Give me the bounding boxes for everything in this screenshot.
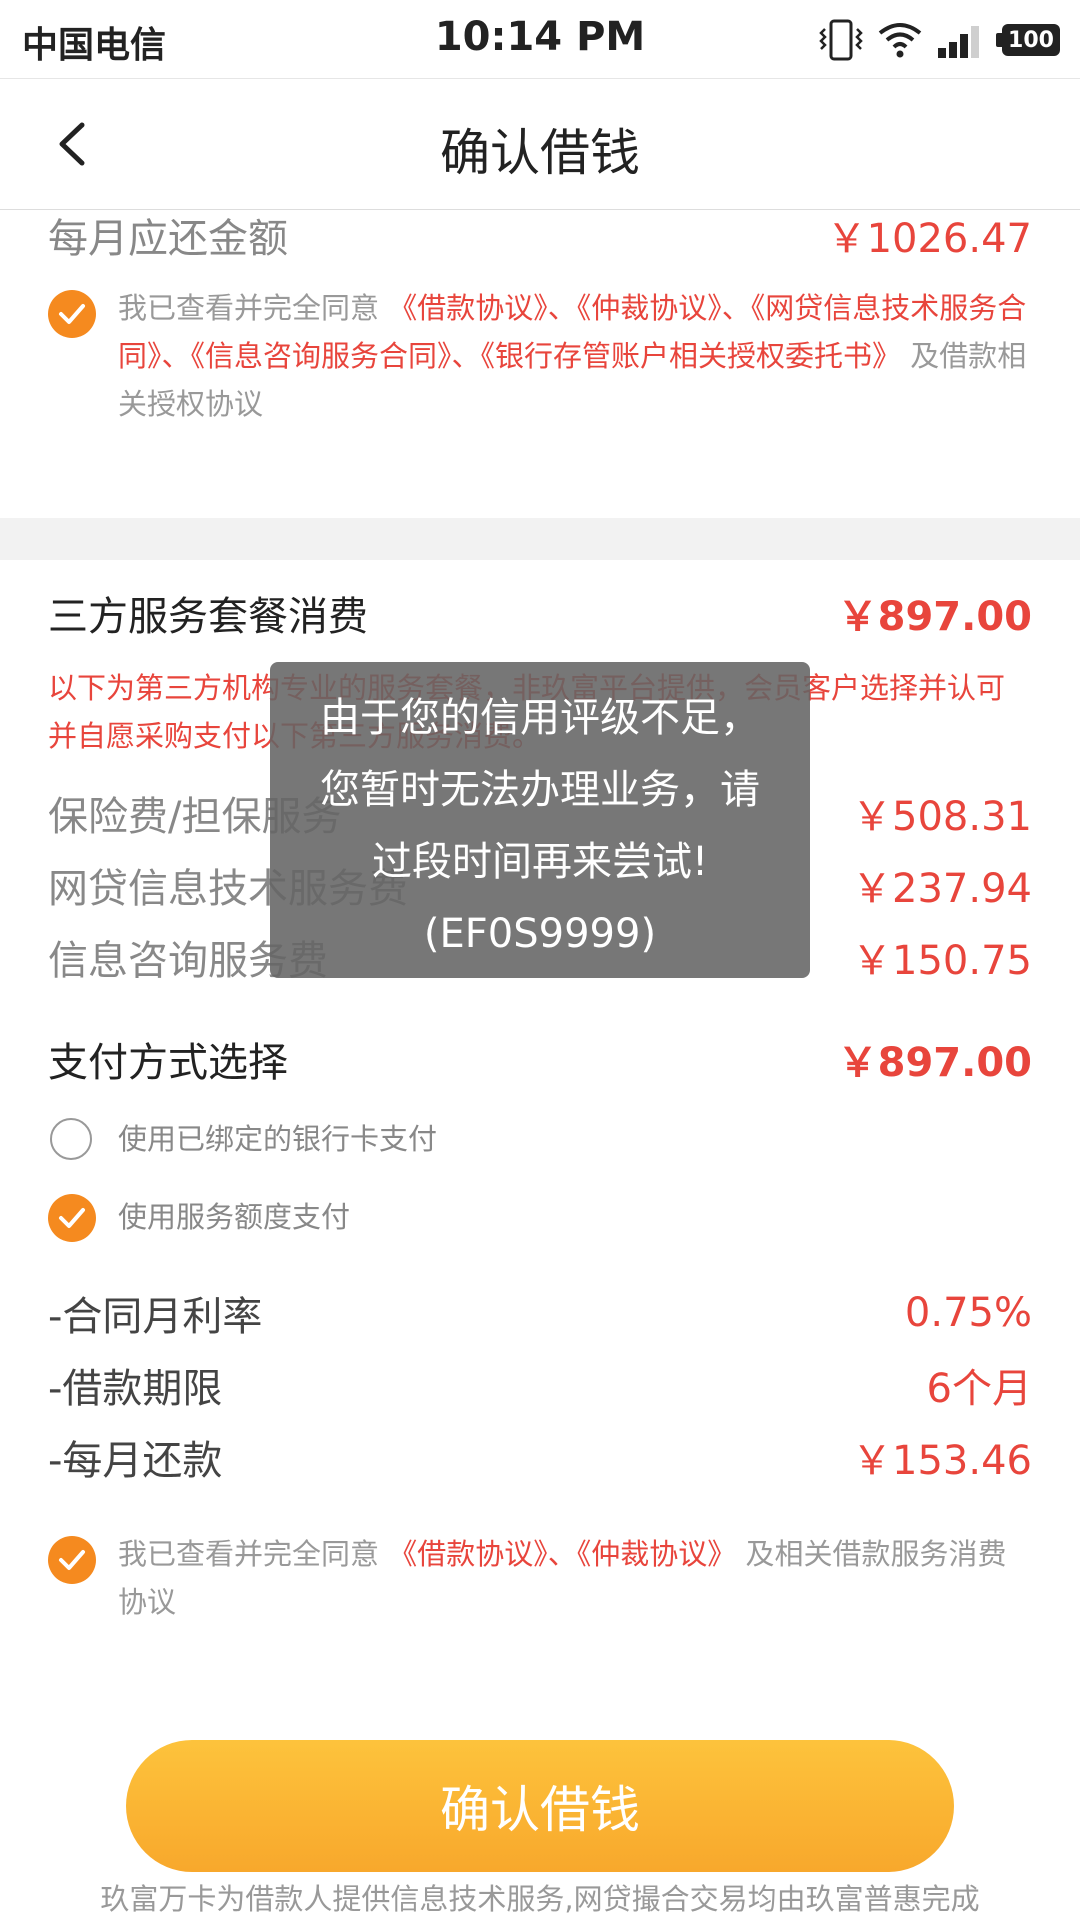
fee-value: ￥150.75 [852,938,1032,984]
third-party-title: 三方服务套餐消费 [48,594,368,640]
term-label: -合同月利率 [48,1294,263,1340]
monthly-payment-row: 每月应还金额 ￥1026.47 [48,206,1032,264]
service-quota-radio[interactable] [48,1194,96,1242]
wifi-icon [878,23,922,58]
fee-value: ￥508.31 [852,794,1032,840]
term-row: -每月还款 ￥153.46 [48,1428,1032,1486]
section-divider [0,518,1080,560]
agreement-text: 我已查看并完全同意 《借款协议》、《仲裁协议》、《网贷信息技术服务合同》、《信息… [118,284,1032,428]
third-party-header: 三方服务套餐消费 ￥897.00 [48,584,1032,642]
nav-bar: 确认借钱 [0,78,1080,210]
status-bar: 中国电信 10:14 PM 100 [0,0,1080,78]
status-icons: 100 [818,18,1060,62]
bank-card-radio[interactable] [50,1118,92,1160]
term-value: ￥153.46 [852,1438,1032,1484]
battery-icon: 100 [996,24,1060,56]
payment-total: ￥897.00 [837,1040,1032,1086]
agreement-checkbox[interactable] [48,290,96,338]
term-label: -每月还款 [48,1438,223,1484]
third-party-total: ￥897.00 [837,594,1032,640]
monthly-payment-value: ￥1026.47 [826,216,1032,262]
term-row: -合同月利率 0.75% [48,1284,1032,1342]
term-label: -借款期限 [48,1366,223,1412]
term-value: 0.75% [904,1290,1032,1336]
agreement-prefix: 我已查看并完全同意 [118,291,389,325]
loan-agreement-text: 我已查看并完全同意 《借款协议》、《仲裁协议》 及相关借款服务消费协议 [118,1530,1032,1626]
page-title: 确认借钱 [440,124,640,182]
checkmark-icon [59,1208,85,1228]
service-quota-option-label[interactable]: 使用服务额度支付 [118,1194,350,1236]
payment-header: 支付方式选择 ￥897.00 [48,1030,1032,1088]
error-toast: 由于您的信用评级不足，您暂时无法办理业务，请过段时间再来尝试!(EF0S9999… [270,662,810,978]
agreement-prefix: 我已查看并完全同意 [118,1537,389,1571]
agreement-links[interactable]: 《借款协议》、《仲裁协议》 [388,1537,736,1571]
vibrate-icon [819,19,863,61]
term-value: 6个月 [926,1366,1032,1412]
term-row: -借款期限 6个月 [48,1356,1032,1414]
fee-value: ￥237.94 [852,866,1032,912]
confirm-borrow-button[interactable]: 确认借钱 [126,1740,954,1872]
checkmark-icon [59,304,85,324]
footer-disclaimer: 玖富万卡为借款人提供信息技术服务,网贷撮合交易均由玖富普惠完成 [100,1882,980,1916]
checkmark-icon [59,1550,85,1570]
loan-agreement-checkbox[interactable] [48,1536,96,1584]
payment-title: 支付方式选择 [48,1040,288,1086]
signal-icon [938,26,979,58]
bank-card-option-label[interactable]: 使用已绑定的银行卡支付 [118,1116,437,1158]
monthly-payment-label: 每月应还金额 [48,216,288,262]
